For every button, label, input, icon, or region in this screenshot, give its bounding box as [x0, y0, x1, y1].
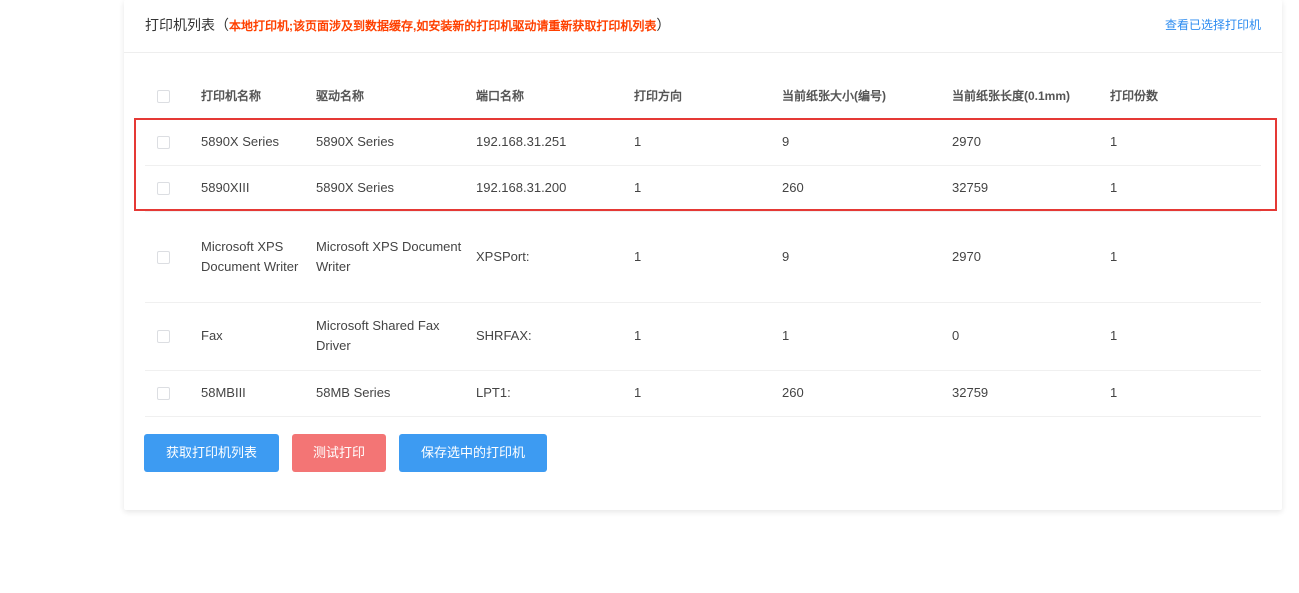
- paper-size-cell: 9: [778, 118, 948, 165]
- port-name-cell: SHRFAX:: [472, 301, 630, 370]
- view-selected-printers-link[interactable]: 查看已选择打印机: [1165, 16, 1261, 33]
- copies-cell: 1: [1106, 369, 1261, 417]
- paper-length-cell: 32759: [948, 164, 1106, 211]
- driver-name-cell: 5890X Series: [312, 118, 472, 165]
- paper-size-cell: 9: [778, 210, 948, 302]
- column-header-paper-size: 当前纸张大小(编号): [782, 89, 886, 104]
- printer-name-cell: Fax: [197, 301, 312, 370]
- page-title: 打印机列表（本地打印机;该页面涉及到数据缓存,如安装新的打印机驱动请重新获取打印…: [145, 15, 670, 35]
- table-row[interactable]: 58MBIII 58MB Series LPT1: 1 260 32759 1: [145, 369, 1261, 417]
- port-name-cell: LPT1:: [472, 369, 630, 417]
- orientation-cell: 1: [630, 301, 778, 370]
- copies-cell: 1: [1106, 301, 1261, 370]
- column-header-port-name: 端口名称: [476, 89, 525, 104]
- orientation-cell: 1: [630, 369, 778, 417]
- orientation-cell: 1: [630, 118, 778, 165]
- row-select-cell: [145, 210, 197, 302]
- paper-size-cell: 260: [778, 164, 948, 211]
- test-print-button[interactable]: 测试打印: [292, 434, 386, 472]
- paper-length-cell: 0: [948, 301, 1106, 370]
- paper-length-cell: 2970: [948, 118, 1106, 165]
- driver-name-cell: 58MB Series: [312, 369, 472, 417]
- port-name-cell: 192.168.31.251: [472, 118, 630, 165]
- row-select-cell: [145, 118, 197, 165]
- paper-size-cell: 260: [778, 369, 948, 417]
- paper-size-cell: 1: [778, 301, 948, 370]
- printer-name-cell: 5890X Series: [197, 118, 312, 165]
- table-row[interactable]: 5890XIII 5890X Series 192.168.31.200 1 2…: [145, 164, 1261, 211]
- select-all-checkbox[interactable]: [157, 89, 170, 103]
- column-header-printer-name: 打印机名称: [201, 89, 262, 104]
- row-checkbox[interactable]: [157, 182, 170, 196]
- driver-name-cell: Microsoft XPS Document Writer: [312, 210, 472, 302]
- row-checkbox[interactable]: [157, 330, 170, 344]
- table-header-row: 打印机名称 驱动名称 端口名称 打印方向 当前纸张大小(编号) 当前纸张长度(0…: [145, 73, 1261, 119]
- table-row[interactable]: Microsoft XPS Document Writer Microsoft …: [145, 210, 1261, 302]
- get-printer-list-button[interactable]: 获取打印机列表: [144, 434, 279, 472]
- title-paren-open: （: [215, 17, 229, 33]
- column-header-paper-length: 当前纸张长度(0.1mm): [952, 89, 1071, 104]
- port-name-cell: 192.168.31.200: [472, 164, 630, 211]
- copies-cell: 1: [1106, 118, 1261, 165]
- card-header: 打印机列表（本地打印机;该页面涉及到数据缓存,如安装新的打印机驱动请重新获取打印…: [124, 0, 1282, 53]
- printer-name-cell: Microsoft XPS Document Writer: [197, 210, 312, 302]
- save-selected-printers-button[interactable]: 保存选中的打印机: [399, 434, 547, 472]
- orientation-cell: 1: [630, 164, 778, 211]
- orientation-cell: 1: [630, 210, 778, 302]
- column-header-orientation: 打印方向: [634, 89, 683, 104]
- column-header-driver-name: 驱动名称: [316, 89, 365, 104]
- table-row[interactable]: 5890X Series 5890X Series 192.168.31.251…: [145, 118, 1261, 165]
- column-header-copies: 打印份数: [1110, 89, 1159, 104]
- row-checkbox[interactable]: [157, 250, 170, 264]
- printer-name-cell: 5890XIII: [197, 164, 312, 211]
- paper-length-cell: 32759: [948, 369, 1106, 417]
- title-text: 打印机列表: [145, 17, 215, 33]
- row-select-cell: [145, 164, 197, 211]
- copies-cell: 1: [1106, 164, 1261, 211]
- table-row[interactable]: Fax Microsoft Shared Fax Driver SHRFAX: …: [145, 301, 1261, 370]
- cache-warning: 本地打印机;该页面涉及到数据缓存,如安装新的打印机驱动请重新获取打印机列表: [229, 19, 657, 33]
- select-all-cell: [145, 73, 197, 119]
- printer-table: 打印机名称 驱动名称 端口名称 打印方向 当前纸张大小(编号) 当前纸张长度(0…: [145, 73, 1261, 417]
- row-select-cell: [145, 301, 197, 370]
- title-paren-close: ）: [656, 17, 671, 33]
- paper-length-cell: 2970: [948, 210, 1106, 302]
- copies-cell: 1: [1106, 210, 1261, 302]
- row-select-cell: [145, 369, 197, 417]
- row-checkbox[interactable]: [157, 387, 170, 401]
- port-name-cell: XPSPort:: [472, 210, 630, 302]
- printer-list-card: 打印机列表（本地打印机;该页面涉及到数据缓存,如安装新的打印机驱动请重新获取打印…: [124, 0, 1282, 510]
- driver-name-cell: 5890X Series: [312, 164, 472, 211]
- driver-name-cell: Microsoft Shared Fax Driver: [312, 301, 472, 370]
- row-checkbox[interactable]: [157, 136, 170, 150]
- printer-name-cell: 58MBIII: [197, 369, 312, 417]
